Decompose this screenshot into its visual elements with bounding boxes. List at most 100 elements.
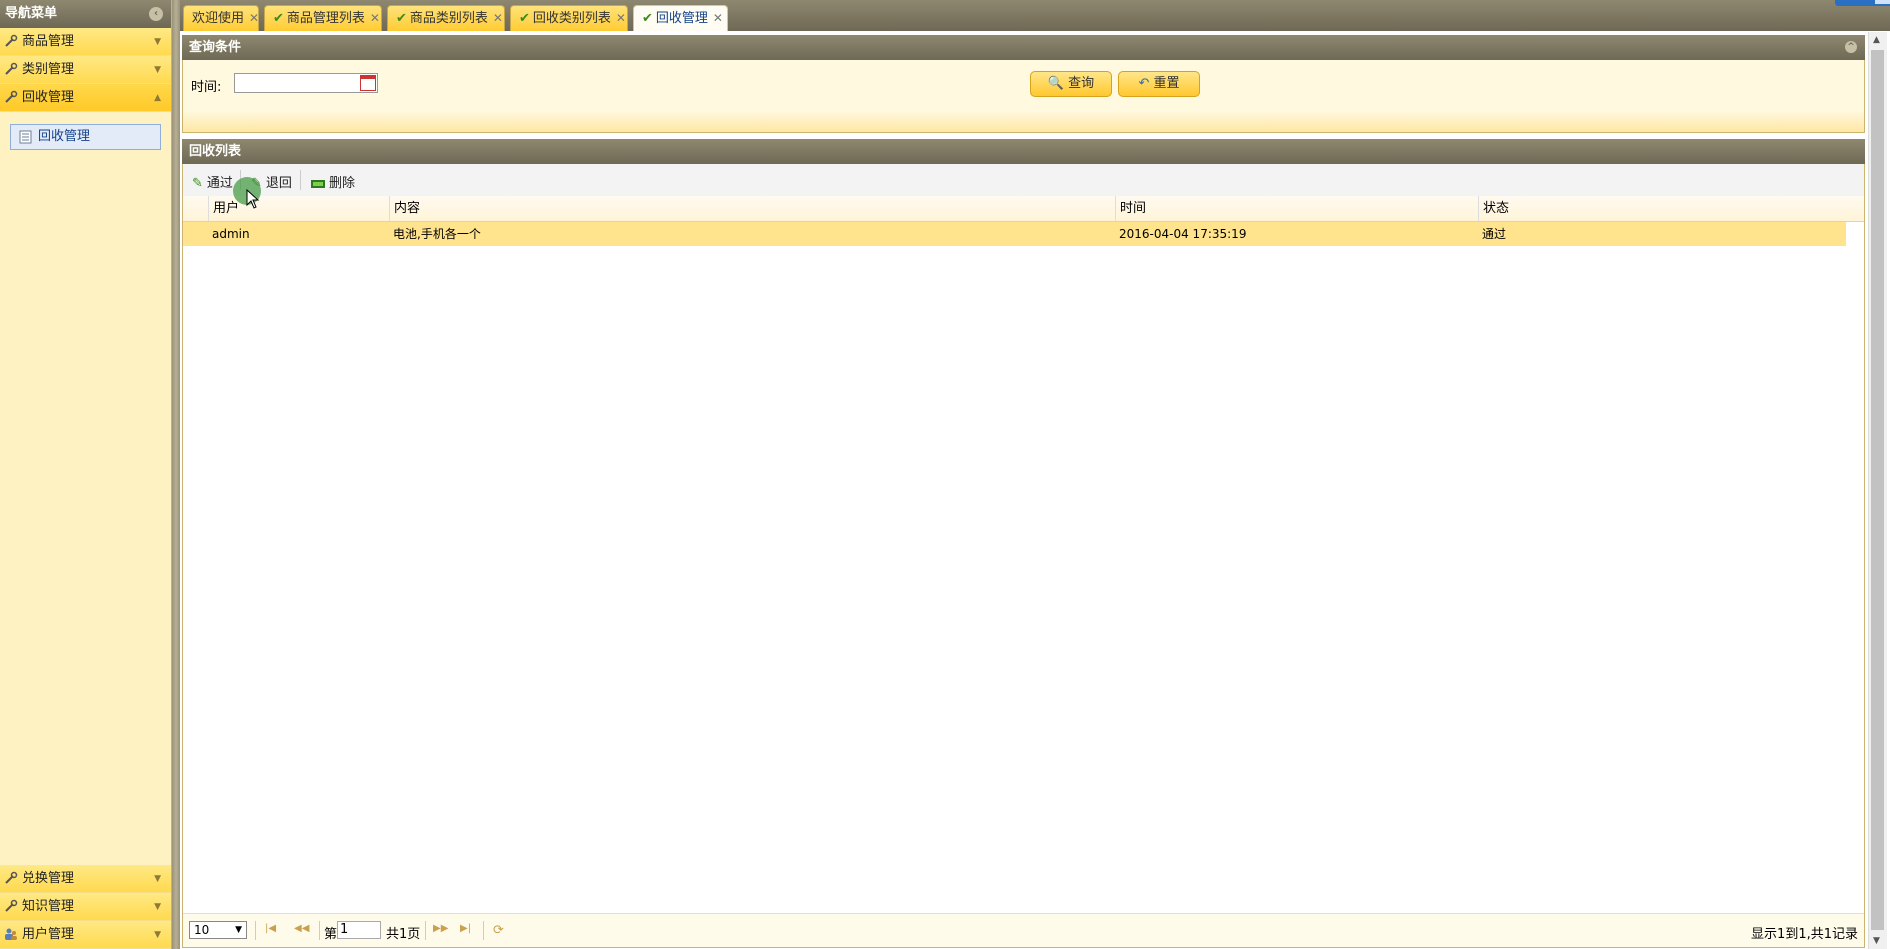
users-icon xyxy=(5,928,17,940)
last-page-icon[interactable]: ▶| xyxy=(460,923,471,934)
pager-divider xyxy=(319,921,320,940)
nav-item-label: 回收管理 xyxy=(38,129,91,144)
check-icon: ✔ xyxy=(273,11,284,26)
close-icon[interactable]: ✕ xyxy=(616,11,626,25)
page-number-input[interactable]: 1 xyxy=(337,921,381,939)
check-icon: ✔ xyxy=(396,11,407,26)
vertical-scrollbar[interactable]: ▲ ▼ xyxy=(1868,32,1887,949)
check-icon: ✔ xyxy=(642,11,653,26)
column-header-content[interactable]: 内容 xyxy=(389,196,1115,221)
nav-header: 导航菜单 ‹ xyxy=(0,0,171,28)
toolbar-divider xyxy=(300,170,301,190)
scrollbar-thumb[interactable] xyxy=(1871,50,1884,930)
cell-status: 通过 xyxy=(1482,227,1507,241)
nav-bottom-groups: 兑换管理 ▼ 知识管理 ▼ 用户管理 ▼ xyxy=(0,865,171,949)
pager-divider xyxy=(483,921,484,940)
approve-button[interactable]: ✎ 通过 xyxy=(192,172,233,191)
nav-group-category[interactable]: 类别管理 ▼ xyxy=(0,56,171,84)
list-toolbar: ✎通过 ✎ 退回 删除 xyxy=(183,164,1864,197)
nav-title: 导航菜单 xyxy=(5,6,58,21)
query-panel-title: 查询条件 xyxy=(189,40,242,55)
list-panel: ✎通过 ✎ 退回 删除 用户 内容 时间 状态 1 admin 电池,手机各一个 … xyxy=(182,164,1865,948)
time-input[interactable] xyxy=(234,73,378,93)
close-icon[interactable]: ✕ xyxy=(249,11,259,25)
collapse-icon[interactable]: ^ xyxy=(1845,41,1857,53)
delete-button[interactable]: 删除 xyxy=(311,172,355,191)
scroll-up-icon[interactable]: ▲ xyxy=(1873,35,1880,45)
prev-page-icon[interactable]: ◀◀ xyxy=(294,923,309,934)
search-icon: 🔍 xyxy=(1047,76,1065,91)
tab-label: 回收管理 xyxy=(655,11,708,26)
nav-group-label: 类别管理 xyxy=(22,62,75,77)
tab-welcome[interactable]: 欢迎使用 ✕ xyxy=(183,5,259,31)
nav-menu: 导航菜单 ‹ 商品管理 ▼ 类别管理 ▼ 回收管理 ▲ 回收管理 兑换管理 ▼ … xyxy=(0,0,172,949)
chevron-down-icon: ▼ xyxy=(154,902,161,912)
close-icon[interactable]: ✕ xyxy=(493,11,503,25)
wrench-icon xyxy=(5,62,18,75)
cell-user: admin xyxy=(212,227,250,241)
page-size-value: 10 xyxy=(194,923,210,937)
nav-group-users[interactable]: 用户管理 ▼ xyxy=(0,921,171,949)
close-icon[interactable]: ✕ xyxy=(370,11,380,25)
document-icon xyxy=(19,130,32,144)
page-size-select[interactable]: 10 ▼ xyxy=(189,921,247,939)
grid-header: 用户 内容 时间 状态 xyxy=(183,196,1864,222)
next-page-icon[interactable]: ▶▶ xyxy=(433,923,448,934)
reset-button[interactable]: ↶ 重置 xyxy=(1118,71,1200,97)
table-row[interactable]: admin 电池,手机各一个 2016-04-04 17:35:19 通过 xyxy=(183,222,1846,246)
column-header-time[interactable]: 时间 xyxy=(1115,196,1478,221)
tab-label: 商品管理列表 xyxy=(286,11,365,26)
tab-label: 商品类别列表 xyxy=(409,11,488,26)
nav-group-exchange[interactable]: 兑换管理 ▼ xyxy=(0,865,171,893)
cell-time: 2016-04-04 17:35:19 xyxy=(1119,227,1247,241)
reset-icon: ↶ xyxy=(1138,76,1150,91)
time-label: 时间: xyxy=(191,80,222,95)
chevron-down-icon: ▼ xyxy=(154,65,161,75)
check-icon: ✔ xyxy=(519,11,530,26)
cell-content: 电池,手机各一个 xyxy=(393,227,481,241)
chevron-up-icon: ▲ xyxy=(154,93,161,103)
pager-divider xyxy=(255,921,256,940)
calendar-icon[interactable] xyxy=(360,75,376,91)
tab-goods-list[interactable]: ✔ 商品管理列表 ✕ xyxy=(264,5,382,31)
wrench-icon xyxy=(5,34,18,47)
tab-recycle-management[interactable]: ✔ 回收管理 ✕ xyxy=(633,5,728,31)
approve-label: 通过 xyxy=(206,176,233,191)
wrench-icon xyxy=(5,899,18,912)
query-panel-header: 查询条件 ^ xyxy=(182,35,1865,60)
refresh-icon[interactable]: ⟳ xyxy=(493,923,504,938)
layout-splitter[interactable] xyxy=(172,0,180,949)
page-total: 共1页 xyxy=(386,927,421,942)
scroll-down-icon[interactable]: ▼ xyxy=(1873,936,1880,946)
pager-divider xyxy=(425,921,426,940)
return-label: 退回 xyxy=(265,176,292,191)
close-icon[interactable]: ✕ xyxy=(713,11,723,25)
delete-icon xyxy=(311,179,325,188)
nav-group-knowledge[interactable]: 知识管理 ▼ xyxy=(0,893,171,921)
pagination-bar: 10 ▼ |◀ ◀◀ 第 1 共1页 ▶▶ ▶| ⟳ 显示1到1,共1记录 xyxy=(183,913,1864,947)
list-panel-title: 回收列表 xyxy=(189,144,242,159)
tab-goods-category-list[interactable]: ✔ 商品类别列表 ✕ xyxy=(387,5,505,31)
column-header-status[interactable]: 状态 xyxy=(1478,196,1846,221)
nav-group-recycle[interactable]: 回收管理 ▲ xyxy=(0,84,171,112)
wrench-icon xyxy=(5,871,18,884)
top-button-highlight xyxy=(1875,0,1890,4)
tab-bar: 欢迎使用 ✕ ✔ 商品管理列表 ✕ ✔ 商品类别列表 ✕ ✔ 回收类别列表 ✕ ✔ 回收管理 ✕ xyxy=(180,0,1890,31)
collapse-icon[interactable]: ‹ xyxy=(149,7,163,21)
list-panel-header: 回收列表 xyxy=(182,139,1865,164)
first-page-icon[interactable]: |◀ xyxy=(265,923,276,934)
nav-item-recycle-management[interactable]: 回收管理 xyxy=(10,124,161,150)
cursor-icon xyxy=(246,189,260,209)
tab-label: 欢迎使用 xyxy=(192,11,245,26)
reset-label: 重置 xyxy=(1153,76,1180,91)
tab-label: 回收类别列表 xyxy=(532,11,611,26)
chevron-down-icon: ▼ xyxy=(154,874,161,884)
pager-info: 显示1到1,共1记录 xyxy=(1751,927,1858,942)
nav-group-label: 兑换管理 xyxy=(22,871,75,886)
tab-recycle-category-list[interactable]: ✔ 回收类别列表 ✕ xyxy=(510,5,628,31)
nav-group-goods[interactable]: 商品管理 ▼ xyxy=(0,28,171,56)
chevron-down-icon: ▼ xyxy=(154,37,161,47)
search-button[interactable]: 🔍 查询 xyxy=(1030,71,1112,97)
query-panel: 时间: 🔍 查询 ↶ 重置 xyxy=(182,60,1865,133)
nav-group-label: 用户管理 xyxy=(22,927,75,942)
